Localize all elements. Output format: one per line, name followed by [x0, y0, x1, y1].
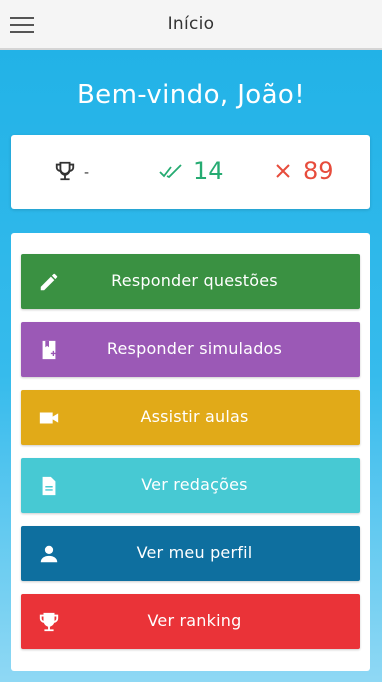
stats-card: - 14 89	[11, 135, 370, 209]
view-ranking-button[interactable]: Ver ranking	[21, 594, 360, 649]
trophy-icon	[55, 161, 75, 181]
watch-classes-button[interactable]: Assistir aulas	[21, 390, 360, 445]
wrong-count: 89	[303, 157, 334, 185]
wrong-answers-stat: 89	[275, 157, 334, 185]
answer-questions-button[interactable]: Responder questões	[21, 254, 360, 309]
view-essays-button[interactable]: Ver redações	[21, 458, 360, 513]
close-icon	[276, 164, 290, 178]
button-label: Ver ranking	[147, 611, 242, 630]
ranking-value: -	[84, 165, 90, 181]
button-label: Assistir aulas	[140, 407, 249, 426]
top-app-bar: Início	[0, 0, 382, 50]
button-label: Responder simulados	[106, 339, 283, 358]
page-title: Início	[167, 14, 215, 34]
button-label: Responder questões	[111, 271, 278, 290]
actions-card: Responder questões Responder simulados A…	[11, 233, 370, 671]
button-label: Ver redações	[141, 475, 248, 494]
welcome-message: Bem-vindo, João!	[76, 80, 306, 110]
view-profile-button[interactable]: Ver meu perfil	[21, 526, 360, 581]
double-check-icon	[159, 164, 182, 179]
answer-mock-exams-button[interactable]: Responder simulados	[21, 322, 360, 377]
correct-answers-stat: 14	[159, 157, 224, 185]
ranking-stat: -	[54, 157, 89, 185]
correct-count: 14	[193, 157, 224, 185]
button-label: Ver meu perfil	[136, 543, 253, 562]
